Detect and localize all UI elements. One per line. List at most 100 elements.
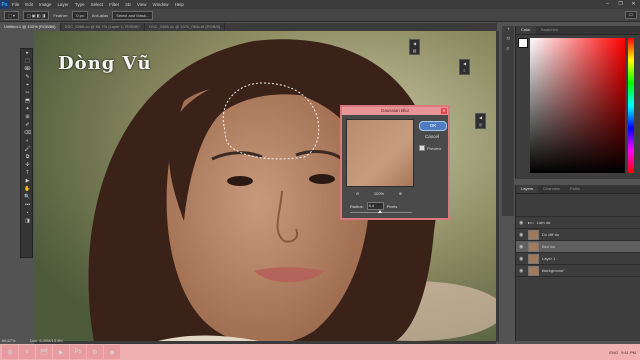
tool-preset-picker[interactable]: ⬚ ▾ [4, 10, 19, 20]
tab-channels[interactable]: Channels [538, 185, 565, 193]
menu-window[interactable]: Window [150, 2, 172, 7]
select-and-mask-button[interactable]: Select and Mask... [112, 10, 154, 20]
eraser-tool-icon[interactable]: ⌫ [21, 129, 34, 137]
clone-stamp-tool-icon[interactable]: ✐ [21, 121, 34, 129]
menu-view[interactable]: View [134, 2, 150, 7]
layer-row-background[interactable]: ◉ Background [516, 265, 640, 277]
history-panel-icon[interactable]: ⟲ [502, 36, 514, 46]
panel-dock-strip: ◑ ⟲ ≡ [502, 26, 514, 216]
quick-mask-icon[interactable]: ◨ [21, 217, 34, 225]
cancel-button[interactable]: Cancel [419, 133, 445, 141]
menu-edit[interactable]: Edit [22, 2, 36, 7]
menu-help[interactable]: Help [172, 2, 187, 7]
record-icon[interactable]: ◉ [104, 345, 120, 359]
color-panel-icon[interactable]: ◑ [502, 26, 514, 36]
slider-knob-icon[interactable] [378, 210, 382, 213]
color-picker-field[interactable] [530, 38, 625, 173]
language-indicator[interactable]: ENG [609, 350, 618, 355]
type-tool-icon[interactable]: T [21, 169, 34, 177]
collapse-icon: ◀ [478, 115, 483, 120]
menu-filter[interactable]: Filter [106, 2, 122, 7]
selection-mode-buttons[interactable]: ▢ ▣ ◧ ◨ [22, 10, 50, 20]
close-icon[interactable]: ✕ [627, 0, 640, 9]
gaussian-blur-dialog: Gaussian Blur ✕ ⊖ 100% ⊕ OK Cancel Previ… [340, 105, 450, 220]
zoom-out-icon[interactable]: ⊖ [356, 191, 359, 196]
workspace-switcher-button[interactable]: ▭ [625, 11, 637, 19]
tab-document-3[interactable]: DSC_0365-cc @ 1970_063c.tif (RGB/8) [145, 23, 226, 31]
menu-image[interactable]: Image [36, 2, 55, 7]
healing-brush-tool-icon[interactable]: ✦ [21, 105, 34, 113]
restore-icon[interactable]: ❐ [614, 0, 627, 9]
status-zoom[interactable]: 66,67% [2, 338, 16, 343]
blur-tool-icon[interactable]: 🖌 [21, 145, 34, 153]
eye-icon[interactable]: ◉ [519, 268, 525, 274]
layers-panel-tabs: Layers Channels Paths [516, 185, 640, 194]
gradient-tool-icon[interactable]: ◐ [21, 137, 34, 145]
eye-icon[interactable]: ◉ [519, 220, 525, 226]
settings-icon[interactable]: ⚙ [87, 345, 103, 359]
layer-name: Lam da [536, 220, 551, 225]
more-tools-icon[interactable]: ••• [21, 201, 34, 209]
checkbox-icon[interactable] [419, 145, 425, 151]
layer-row-group[interactable]: ◉ ▸▭ Lam da [516, 217, 640, 229]
tab-swatches[interactable]: Swatches [536, 26, 563, 34]
foreground-color-swatch[interactable] [518, 38, 528, 48]
explorer-icon[interactable]: 🗂 [36, 345, 52, 359]
eye-icon[interactable]: ◉ [519, 256, 525, 262]
vertical-scrollbar[interactable] [496, 31, 499, 342]
ie-icon[interactable]: e [19, 345, 35, 359]
layer-row[interactable]: ◉ Layer 1 [516, 253, 640, 265]
radius-unit: Pixels [386, 203, 398, 209]
quick-select-tool-icon[interactable]: ✎ [21, 73, 34, 81]
floating-panel-collapsed[interactable]: ◀ ▤ [409, 39, 420, 55]
close-icon[interactable]: ✕ [441, 108, 447, 114]
menu-layer[interactable]: Layer [55, 2, 72, 7]
layer-row[interactable]: ◉ Do diff do [516, 229, 640, 241]
slice-tool-icon[interactable]: ✂ [21, 89, 34, 97]
zoom-tool-icon[interactable]: 🔍 [21, 193, 34, 201]
radius-input[interactable]: 8,4 [366, 202, 384, 210]
color-swatch-icon[interactable]: ▪ [21, 209, 34, 217]
floating-adjustments-panel[interactable]: ◀ ◎ [475, 113, 486, 129]
crop-tool-icon[interactable]: ⌖ [21, 81, 34, 89]
layer-filter-controls[interactable] [516, 194, 640, 217]
anti-alias-checkbox[interactable]: Anti-alias [92, 13, 108, 18]
tab-document-1[interactable]: Untitled-1 @ 100% (RGB/8#) [0, 23, 61, 31]
properties-panel-icon[interactable]: ≡ [502, 46, 514, 56]
path-select-tool-icon[interactable]: ▶ [21, 177, 34, 185]
layer-row-selected[interactable]: ◉ Blur da [516, 241, 640, 253]
tab-layers[interactable]: Layers [516, 185, 539, 193]
preview-zoom-controls: ⊖ 100% ⊕ [356, 191, 402, 196]
blur-preview-image[interactable] [346, 119, 414, 187]
eyedropper-tool-icon[interactable]: ⬒ [21, 97, 34, 105]
dialog-title: Gaussian Blur [342, 107, 448, 115]
clock[interactable]: 9:41 PM [621, 350, 636, 355]
dodge-tool-icon[interactable]: ⧉ [21, 153, 34, 161]
eye-icon[interactable]: ◉ [519, 232, 525, 238]
floating-properties-panel[interactable]: ◀ ≡ [459, 59, 470, 75]
menu-3d[interactable]: 3D [122, 2, 134, 7]
minimize-icon[interactable]: – [601, 0, 614, 9]
menu-select[interactable]: Select [88, 2, 107, 7]
tab-color[interactable]: Color [516, 26, 536, 34]
menu-type[interactable]: Type [72, 2, 88, 7]
menu-file[interactable]: File [9, 2, 22, 7]
eye-icon[interactable]: ◉ [519, 244, 525, 250]
radius-slider[interactable] [350, 210, 412, 213]
brush-tool-icon[interactable]: ⊞ [21, 113, 34, 121]
tab-document-2[interactable]: DSC_0365-cc @ 66.7% (Layer 1, RGB/8)* [61, 23, 146, 31]
move-tool-icon[interactable]: ▸ [21, 49, 34, 57]
ok-button[interactable]: OK [419, 121, 447, 131]
pen-tool-icon[interactable]: ✣ [21, 161, 34, 169]
media-player-icon[interactable]: ▶ [53, 345, 69, 359]
start-button-icon[interactable]: ⊞ [2, 345, 18, 359]
photoshop-icon[interactable]: Ps [70, 345, 86, 359]
marquee-tool-icon[interactable]: ⬚ [21, 57, 34, 65]
feather-input[interactable]: 0 px [72, 10, 88, 20]
tab-paths[interactable]: Paths [565, 185, 585, 193]
preview-checkbox[interactable]: Preview [419, 145, 441, 151]
zoom-in-icon[interactable]: ⊕ [399, 191, 402, 196]
hand-tool-icon[interactable]: ✋ [21, 185, 34, 193]
lasso-tool-icon[interactable]: ↂ [21, 65, 34, 73]
hue-slider[interactable] [628, 38, 634, 173]
